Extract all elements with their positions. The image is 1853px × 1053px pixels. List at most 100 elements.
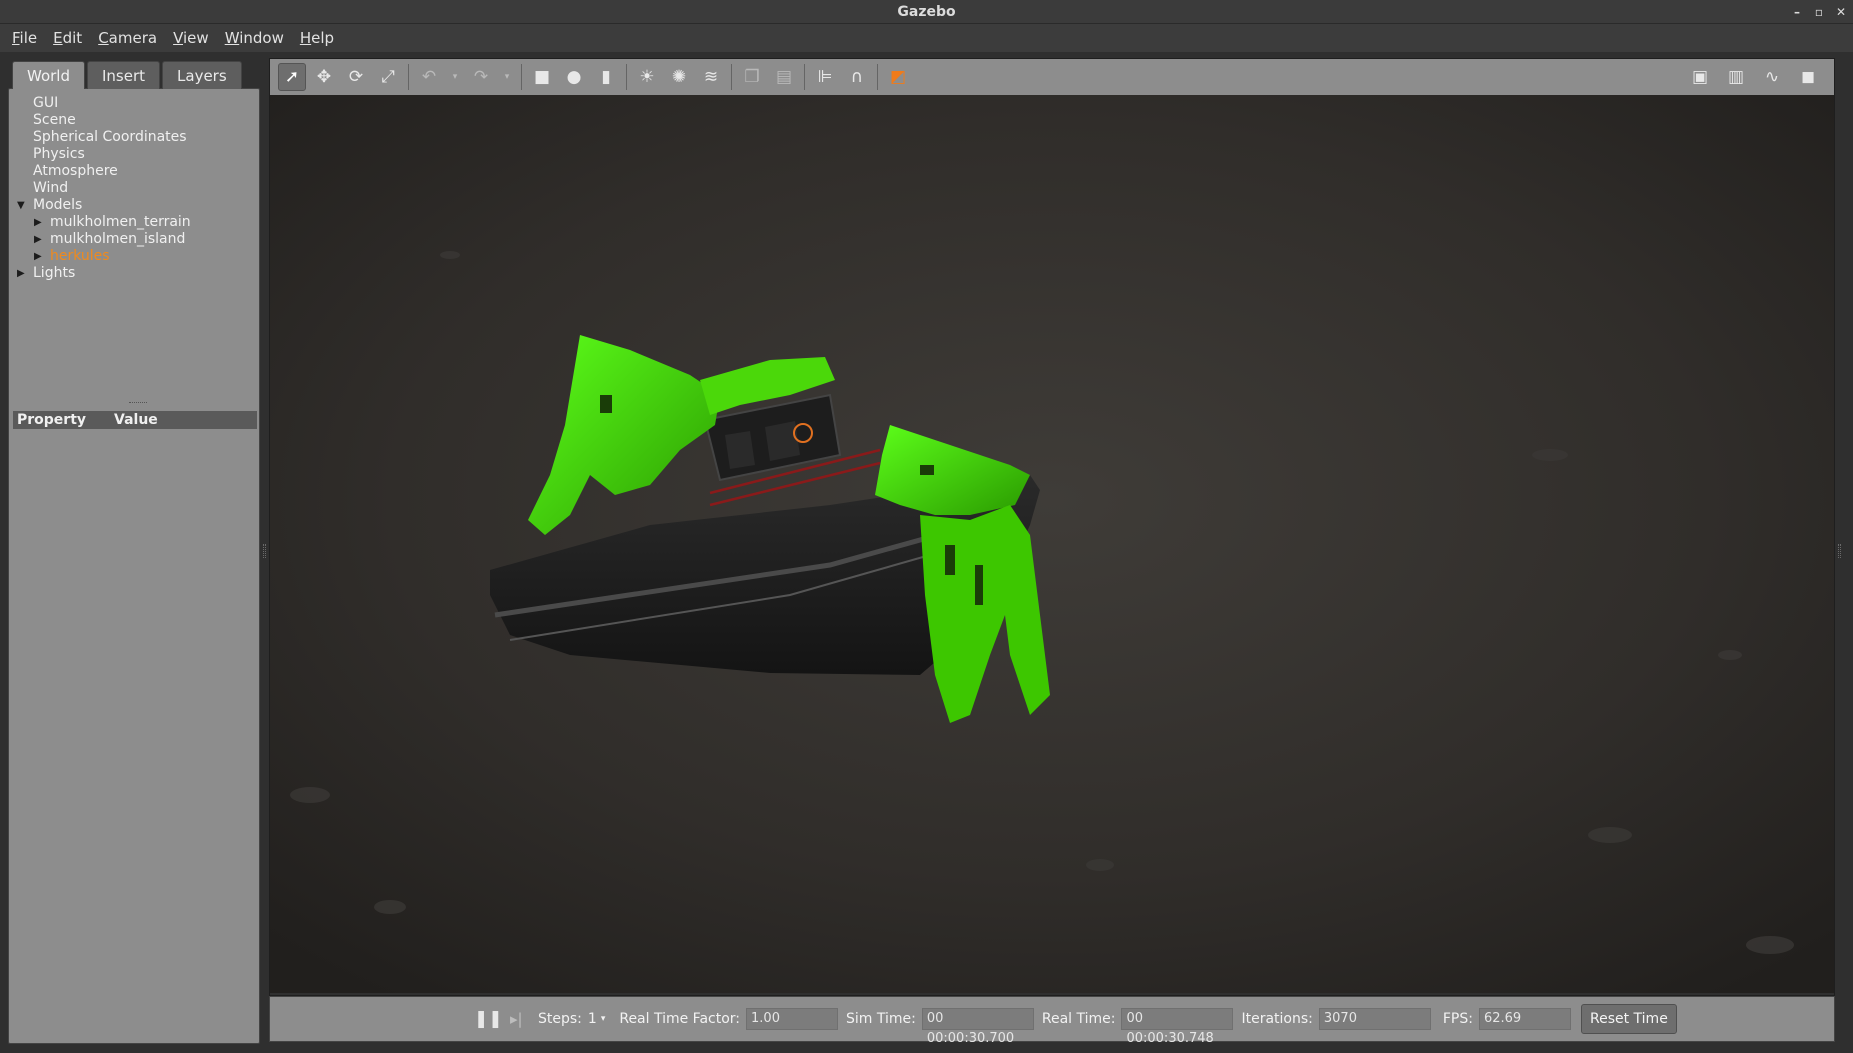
tree-item-spherical-coordinates[interactable]: Spherical Coordinates [9,129,259,146]
world-panel-body: GUI Scene Spherical Coordinates Physics Atmo… [8,88,260,1044]
left-panel-tabs: World Insert Layers [12,61,242,89]
steps-dropdown-icon[interactable]: ▾ [601,1014,606,1024]
right-panel-resize-handle[interactable] [1838,544,1841,558]
3d-scene[interactable] [270,95,1834,993]
menu-help-label: elp [311,29,335,47]
left-panel-resize-handle[interactable] [263,544,266,558]
menu-file[interactable]: File [4,24,45,52]
menu-camera[interactable]: Camera [90,24,165,52]
tree-item-herkules[interactable]: ▶ herkules [9,248,259,265]
expand-arrow-right-icon[interactable]: ▶ [34,248,42,265]
tree-item-mulkholmen-terrain[interactable]: ▶ mulkholmen_terrain [9,214,259,231]
undo-icon[interactable]: ↶ [415,63,443,91]
fps-field: 62.69 [1478,1008,1571,1030]
menu-edit-label: dit [62,29,83,47]
tree-item-label: Atmosphere [33,163,118,179]
iterations-label: Iterations: [1241,1011,1313,1027]
tree-item-lights[interactable]: ▶ Lights [9,265,259,282]
menu-file-mnemonic: F [12,29,20,47]
toolbar-separator [521,64,522,90]
tree-item-wind[interactable]: Wind [9,180,259,197]
tree-item-label: GUI [33,95,59,111]
scene-render [270,95,1834,993]
tree-item-physics[interactable]: Physics [9,146,259,163]
terrain-ground [270,95,1834,993]
tree-item-label: mulkholmen_terrain [50,214,191,230]
maximize-icon[interactable]: ▫ [1813,0,1825,24]
tab-layers[interactable]: Layers [162,61,242,89]
property-header: Property Value [13,411,257,429]
align-icon[interactable]: ⊫ [811,63,839,91]
redo-icon[interactable]: ↷ [467,63,495,91]
minimize-icon[interactable]: – [1791,0,1803,24]
cylinder-shape-icon[interactable]: ▮ [592,63,620,91]
toolbar-separator [877,64,878,90]
window-controls: – ▫ ✕ [1791,0,1847,24]
scale-mode-icon[interactable]: ⤢ [374,63,402,91]
tab-world[interactable]: World [12,61,85,89]
sphere-shape-icon[interactable]: ● [560,63,588,91]
menu-view-mnemonic: V [173,29,184,47]
redo-dropdown-icon[interactable]: ▾ [499,63,515,91]
menu-window[interactable]: Window [217,24,292,52]
rotate-mode-icon[interactable]: ⟳ [342,63,370,91]
expand-arrow-right-icon[interactable]: ▶ [17,265,25,282]
tree-item-models[interactable]: ▼ Models [9,197,259,214]
menu-file-label: ile [19,29,38,47]
menu-bar: File Edit Camera View Window Help [0,24,1853,52]
tree-item-label: Spherical Coordinates [33,129,187,145]
tree-item-mulkholmen-island[interactable]: ▶ mulkholmen_island [9,231,259,248]
window-titlebar: Gazebo – ▫ ✕ [0,0,1853,24]
menu-window-mnemonic: W [224,29,240,47]
point-light-icon[interactable]: ☀ [633,63,661,91]
step-icon[interactable]: ▸| [510,1010,530,1028]
menu-view-label: iew [183,29,209,47]
expand-arrow-right-icon[interactable]: ▶ [34,214,42,231]
tree-item-label: herkules [50,248,110,264]
translate-mode-icon[interactable]: ✥ [310,63,338,91]
tree-item-gui[interactable]: GUI [9,95,259,112]
sim-time-field: 00 00:00:30.700 [921,1008,1034,1046]
steps-value[interactable]: 1 [588,1011,597,1027]
menu-help[interactable]: Help [292,24,342,52]
select-mode-icon[interactable]: ➚ [278,63,306,91]
rtf-label: Real Time Factor: [619,1011,741,1027]
render-viewport: ➚ ✥ ⟳ ⤢ ↶ ▾ ↷ ▾ ■ ● ▮ ☀ ✺ ≋ ❐ ▤ ⊫ ∩ ◩ ▣ ▥ ∿ ◼ [269,58,1835,996]
world-tree: GUI Scene Spherical Coordinates Physics Atmo… [9,95,259,282]
reset-time-button[interactable]: Reset Time [1580,1004,1677,1034]
snap-icon[interactable]: ∩ [843,63,871,91]
view-angle-icon[interactable]: ◩ [884,63,912,91]
paste-icon[interactable]: ▤ [770,63,798,91]
tree-item-scene[interactable]: Scene [9,112,259,129]
menu-view[interactable]: View [165,24,217,52]
wheelhouse-window [725,431,755,469]
toolbar-separator [408,64,409,90]
close-icon[interactable]: ✕ [1835,0,1847,24]
pause-icon[interactable]: ❚❚ [474,1009,503,1029]
copy-icon[interactable]: ❐ [738,63,766,91]
expand-arrow-down-icon[interactable]: ▼ [17,197,25,214]
panel-splitter[interactable] [129,402,147,404]
tree-item-label: mulkholmen_island [50,231,186,247]
directional-light-icon[interactable]: ≋ [697,63,725,91]
log-icon[interactable]: ▥ [1722,63,1750,91]
tree-item-label: Physics [33,146,85,162]
screenshot-icon[interactable]: ▣ [1686,63,1714,91]
undo-dropdown-icon[interactable]: ▾ [447,63,463,91]
expand-arrow-right-icon[interactable]: ▶ [34,231,42,248]
menu-camera-label: amera [108,29,158,47]
toolbar-separator [731,64,732,90]
tree-item-atmosphere[interactable]: Atmosphere [9,163,259,180]
spot-light-icon[interactable]: ✺ [665,63,693,91]
tab-insert[interactable]: Insert [87,61,161,89]
menu-edit-mnemonic: E [53,29,63,47]
box-shape-icon[interactable]: ■ [528,63,556,91]
iterations-field: 3070 [1318,1008,1431,1030]
sim-time-label: Sim Time: [846,1011,916,1027]
fps-label: FPS: [1442,1011,1473,1027]
rtf-field: 1.00 [746,1008,839,1030]
plot-icon[interactable]: ∿ [1758,63,1786,91]
record-video-icon[interactable]: ◼ [1794,63,1822,91]
menu-edit[interactable]: Edit [45,24,90,52]
tree-item-label: Models [33,197,83,213]
